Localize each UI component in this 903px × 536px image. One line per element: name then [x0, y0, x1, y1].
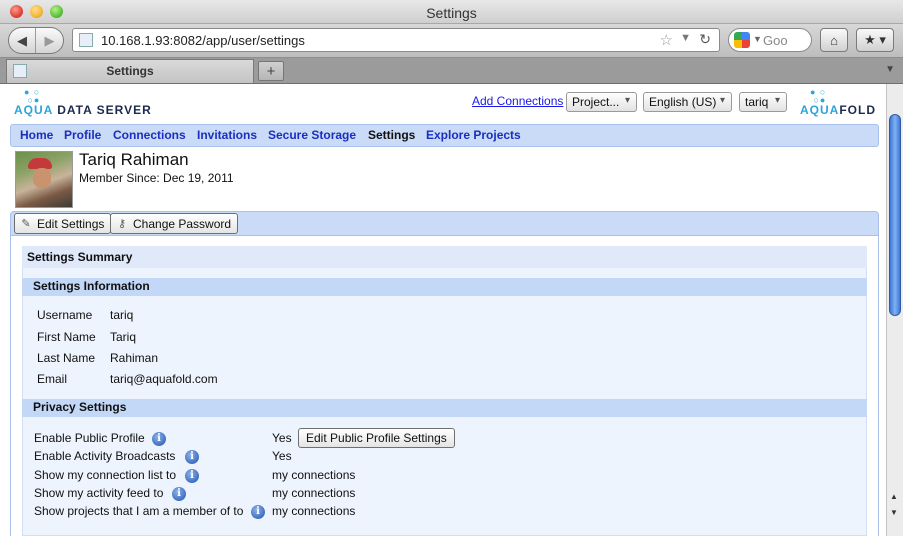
activity-broadcasts-label: Enable Activity Broadcasts [34, 449, 176, 463]
tab-title: Settings [106, 64, 154, 78]
user-select[interactable]: tariq [739, 92, 787, 112]
new-tab-button[interactable]: + [258, 61, 284, 81]
home-button[interactable]: ⌂ [820, 28, 848, 52]
google-logo-icon[interactable] [734, 32, 750, 48]
bookmark-star-menu-icon: ★ ▾ [864, 32, 886, 47]
last-name-value: Rahiman [110, 351, 159, 365]
nav-settings[interactable]: Settings [368, 128, 415, 142]
browser-toolbar: ◀ ▶ 10.168.1.93:8082/app/user/settings ☆… [0, 24, 903, 58]
activity-broadcasts-value: Yes [272, 449, 292, 463]
site-favicon-icon [79, 33, 93, 47]
bookmarks-menu-button[interactable]: ★ ▾ [856, 28, 894, 52]
tab-list-icon[interactable]: ▼ [885, 64, 895, 75]
settings-information-title: Settings Information [33, 279, 150, 293]
scroll-down-arrow-icon[interactable]: ▼ [890, 508, 898, 517]
aquafold-aqua-text: AQUA [800, 103, 840, 117]
activity-feed-label: Show my activity feed to [34, 486, 164, 500]
privacy-settings-title: Privacy Settings [33, 400, 127, 414]
activity-feed-value: my connections [272, 486, 356, 500]
page-viewport: ● ○ ○● AQUA DATA SERVER Add Connections … [0, 84, 886, 536]
first-name-value: Tariq [110, 330, 137, 344]
aquafold-fold-text: FOLD [839, 103, 877, 117]
settings-summary-header [22, 246, 867, 268]
logo-data-server-text: DATA SERVER [57, 103, 152, 117]
nav-explore-projects[interactable]: Explore Projects [426, 128, 521, 142]
change-password-label: Change Password [133, 216, 232, 231]
scroll-up-arrow-icon[interactable]: ▲ [890, 492, 898, 501]
last-name-label: Last Name [37, 351, 96, 365]
activity-broadcasts-info-icon[interactable]: i [185, 450, 199, 464]
scrollbar-thumb[interactable] [889, 114, 901, 316]
back-button[interactable]: ◀ [9, 28, 37, 53]
edit-public-profile-settings-button[interactable]: Edit Public Profile Settings [298, 428, 455, 448]
address-bar[interactable]: 10.168.1.93:8082/app/user/settings ☆ ▼ ↻ [72, 28, 720, 52]
connection-list-value: my connections [272, 468, 356, 482]
projects-membership-label: Show projects that I am a member of to [34, 504, 244, 518]
search-placeholder[interactable]: Goo [763, 33, 788, 48]
public-profile-label: Enable Public Profile [34, 431, 145, 445]
nav-home[interactable]: Home [20, 128, 53, 142]
forward-button[interactable]: ▶ [36, 28, 63, 53]
address-text[interactable]: 10.168.1.93:8082/app/user/settings [101, 33, 305, 48]
reload-icon[interactable]: ↻ [699, 31, 711, 48]
connection-list-label: Show my connection list to [34, 468, 177, 482]
email-label: Email [37, 372, 68, 386]
public-profile-info-icon[interactable]: i [152, 432, 166, 446]
edit-settings-label: Edit Settings [37, 216, 105, 231]
tab-settings[interactable]: Settings [6, 59, 254, 83]
connection-list-info-icon[interactable]: i [185, 469, 199, 483]
language-select[interactable]: English (US) [643, 92, 732, 112]
first-name-label: First Name [37, 330, 96, 344]
settings-summary-title: Settings Summary [27, 250, 133, 264]
history-nav: ◀ ▶ [8, 27, 64, 54]
avatar[interactable] [15, 151, 73, 208]
activity-feed-info-icon[interactable]: i [172, 487, 186, 501]
forward-arrow-icon: ▶ [44, 32, 55, 48]
key-icon: ⚷ [117, 217, 127, 230]
projects-membership-info-icon[interactable]: i [251, 505, 265, 519]
logo-aqua-text: AQUA [14, 103, 53, 117]
search-engine-dropdown-icon[interactable]: ▼ [753, 34, 762, 44]
projects-membership-value: my connections [272, 504, 356, 518]
nav-invitations[interactable]: Invitations [197, 128, 257, 142]
username-label: Username [37, 308, 93, 322]
username-value: tariq [110, 308, 134, 322]
nav-secure-storage[interactable]: Secure Storage [268, 128, 356, 142]
email-value: tariq@aquafold.com [110, 372, 218, 386]
window-titlebar: Settings [0, 0, 903, 24]
public-profile-value: Yes [272, 431, 292, 445]
change-password-button[interactable]: ⚷ Change Password [110, 213, 239, 234]
tab-bar: Settings + ▼ [0, 58, 903, 84]
add-connections-link[interactable]: Add Connections [472, 94, 563, 108]
nav-connections[interactable]: Connections [113, 128, 186, 142]
project-select[interactable]: Project... [566, 92, 637, 112]
edit-settings-button[interactable]: ✎ Edit Settings [14, 213, 112, 234]
aquafold-logo[interactable]: ● ○ ○● AQUAFOLD [800, 88, 880, 118]
search-field[interactable]: ▼ Goo [728, 28, 812, 52]
window-title: Settings [426, 5, 477, 21]
page-scrollbar[interactable]: ▲ ▼ [886, 84, 903, 536]
bookmark-star-icon[interactable]: ☆ [660, 31, 673, 49]
aquafold-bubbles-icon: ● ○ ○● [810, 87, 827, 105]
back-arrow-icon: ◀ [17, 32, 27, 48]
logo-bubbles-icon: ● ○ ○● [24, 87, 41, 105]
privacy-settings-header [22, 399, 867, 417]
profile-name: Tariq Rahiman [79, 150, 189, 169]
home-icon: ⌂ [830, 32, 838, 48]
nav-profile[interactable]: Profile [64, 128, 101, 142]
member-since: Member Since: Dec 19, 2011 [79, 171, 234, 185]
history-dropdown-icon[interactable]: ▼ [680, 32, 691, 44]
pencil-icon: ✎ [21, 217, 31, 230]
aqua-data-server-logo[interactable]: ● ○ ○● AQUA DATA SERVER [14, 88, 174, 118]
main-nav: Home Profile Connections Invitations Sec… [10, 124, 879, 147]
plus-icon: + [266, 62, 276, 80]
